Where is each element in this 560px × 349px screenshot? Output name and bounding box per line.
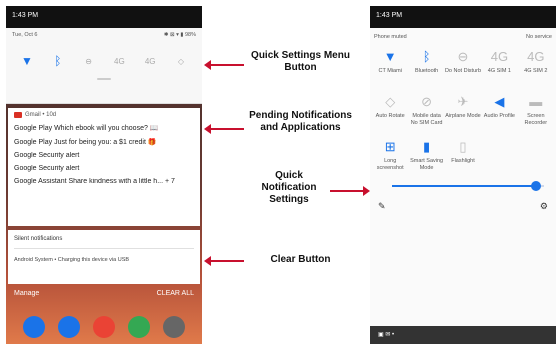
gmail-notification[interactable]: Gmail • 10d Google Play Which ebook will… <box>8 108 200 226</box>
brightness-slider[interactable] <box>392 181 544 191</box>
status-time: 1:43 PM <box>12 12 39 19</box>
settings-icon[interactable]: ⚙ <box>540 201 548 212</box>
annotation-arrow <box>204 124 244 134</box>
4g-icon: 4G <box>527 49 545 64</box>
tile-dnd[interactable]: ⊖ Do Not Disturb <box>445 46 481 81</box>
recorder-icon: ▬ <box>529 94 543 109</box>
tile-wifi[interactable]: ▼ CT Miami <box>372 46 408 81</box>
rotate-icon: ◇ <box>385 94 396 109</box>
brightness-fill <box>392 185 537 187</box>
tile-label: Long screenshot <box>376 158 404 171</box>
notification-shade-screenshot: 1:43 PM Tue, Oct 6 ✱ ⊠ ▾ ▮ 98% ▼ ᛒ ⊖ 4G … <box>6 6 202 344</box>
screenshot-icon: ⊞ <box>384 139 396 154</box>
home-dock <box>6 316 202 338</box>
phone-icon[interactable] <box>22 316 45 338</box>
notification-line: Google Play Which ebook will you choose?… <box>14 125 159 132</box>
tile-rotate[interactable]: ◇ Auto Rotate <box>372 91 408 126</box>
expanded-quick-settings-screenshot: 1:43 PM Phone muted No service ▼ CT Miami… <box>370 6 556 344</box>
notification-app: Gmail • 10d <box>25 112 57 118</box>
tile-label: Do Not Disturb <box>444 68 482 74</box>
tile-recorder[interactable]: ▬ Screen Recorder <box>518 91 554 126</box>
silent-header: Silent notifications <box>14 236 194 249</box>
silent-item: Android System • Charging this device vi… <box>14 257 130 263</box>
quick-settings-panel: Tue, Oct 6 ✱ ⊠ ▾ ▮ 98% ▼ ᛒ ⊖ 4G 4G ◇ <box>6 28 202 104</box>
status-bar: 1:43 PM <box>6 6 202 28</box>
bluetooth-icon[interactable]: ᛒ <box>51 54 65 68</box>
messages-icon[interactable] <box>57 316 80 338</box>
quick-settings-menu-button[interactable] <box>97 78 111 80</box>
status-icons: ✱ ⊠ ▾ ▮ 98% <box>163 32 196 38</box>
tile-label: Flashlight <box>451 158 475 164</box>
tile-bluetooth[interactable]: ᛒ Bluetooth <box>408 46 444 81</box>
dnd-icon[interactable]: ⊖ <box>82 57 96 66</box>
chrome-icon[interactable] <box>92 316 115 338</box>
tile-flashlight[interactable]: ▯ Flashlight <box>445 136 481 171</box>
annotation-quick-settings: Quick Notification Settings <box>261 170 317 205</box>
tile-4g[interactable]: 4G 4G SIM 1 <box>481 46 517 81</box>
status-bar: 1:43 PM <box>370 6 556 28</box>
tile-label: 4G SIM 2 <box>524 68 548 74</box>
tile-label: Bluetooth <box>414 68 439 74</box>
flashlight-icon: ▯ <box>459 139 467 154</box>
annotation-arrow <box>330 186 370 196</box>
airplane-icon: ✈ <box>457 94 469 109</box>
4g-icon: 4G <box>490 49 509 64</box>
phone-status: Phone muted <box>374 34 407 40</box>
wifi-icon[interactable]: ▼ <box>20 54 34 68</box>
gmail-icon <box>14 112 22 118</box>
tile-mobile-data[interactable]: ⊘ Mobile data No SIM Card <box>408 91 444 126</box>
tile-label: Smart Saving Mode <box>410 158 444 171</box>
tile-label: 4G SIM 1 <box>487 68 511 74</box>
tile-label: Mobile data No SIM Card <box>410 113 443 126</box>
4g-icon[interactable]: 4G <box>143 57 157 66</box>
annotation-clear: Clear Button <box>270 254 331 265</box>
annotation-arrow <box>204 256 244 266</box>
silent-notifications[interactable]: Silent notifications Android System • Ch… <box>8 230 200 284</box>
photos-icon[interactable] <box>128 316 151 338</box>
tile-4g[interactable]: 4G 4G SIM 2 <box>518 46 554 81</box>
date-text: Tue, Oct 6 <box>12 32 38 38</box>
notification-line: Google Assistant Share kindness with a l… <box>14 178 175 185</box>
quick-settings-tiles: ▼ CT Miami ᛒ Bluetooth ⊖ Do Not Disturb 4G 4G S… <box>370 46 556 171</box>
camera-icon[interactable] <box>163 316 186 338</box>
tile-label: CT Miami <box>378 68 402 74</box>
tile-battery[interactable]: ▮ Smart Saving Mode <box>408 136 444 171</box>
annotation-arrow <box>204 60 244 70</box>
notification-line: Google Play Just for being you: a $1 cre… <box>14 139 157 146</box>
service-status: No service <box>526 34 552 40</box>
mobile-data-icon: ⊘ <box>421 94 433 109</box>
tile-label: Airplane Mode <box>445 113 481 119</box>
edit-icon[interactable]: ✎ <box>378 201 386 212</box>
tile-audio[interactable]: ◀ Audio Profile <box>481 91 517 126</box>
annotation-pending: Pending Notifications and Applications <box>249 110 352 133</box>
notification-strip: ▣ ✉ • <box>370 326 556 344</box>
dnd-icon: ⊖ <box>457 49 469 64</box>
tile-label: Auto Rotate <box>375 113 405 119</box>
notification-line: Google Security alert <box>14 165 80 172</box>
annotation-qs-button: Quick Settings Menu Button <box>251 50 350 73</box>
battery-icon: ▮ <box>423 139 431 154</box>
bluetooth-icon: ᛒ <box>422 49 431 64</box>
4g-icon[interactable]: 4G <box>112 57 126 66</box>
tile-screenshot[interactable]: ⊞ Long screenshot <box>372 136 408 171</box>
notification-line: Google Security alert <box>14 152 80 159</box>
rotate-icon[interactable]: ◇ <box>174 57 188 66</box>
clear-all-button[interactable]: CLEAR ALL <box>157 290 194 297</box>
status-time: 1:43 PM <box>376 12 403 19</box>
manage-button[interactable]: Manage <box>14 290 39 297</box>
tile-label: Audio Profile <box>483 113 515 119</box>
tile-airplane[interactable]: ✈ Airplane Mode <box>445 91 481 126</box>
tile-label: Screen Recorder <box>524 113 548 126</box>
audio-icon: ◀ <box>494 94 505 109</box>
wifi-icon: ▼ <box>383 49 397 64</box>
